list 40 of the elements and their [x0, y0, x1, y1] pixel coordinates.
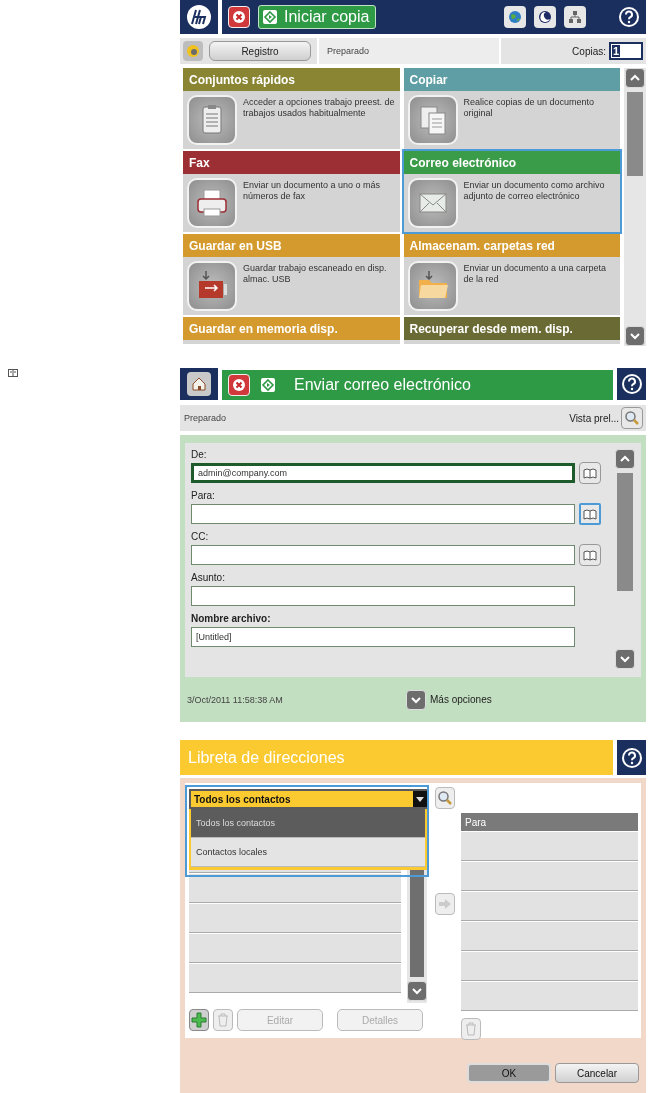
- cancel-button[interactable]: Cancelar: [555, 1063, 639, 1083]
- copies-label: Copias:: [572, 45, 606, 57]
- tile-title: Correo electrónico: [403, 151, 620, 174]
- tile-title: Guardar en USB: [183, 234, 400, 257]
- text-field[interactable]: admin@company.com: [191, 463, 575, 483]
- tile-title: Recuperar desde mem. disp.: [403, 317, 620, 340]
- date-time: 3/Oct/2011 11:58:38 AM: [186, 694, 284, 705]
- tile-title: Copiar: [403, 68, 620, 91]
- field-label: CC:: [191, 531, 210, 542]
- tile-description: Enviar un documento como archivo adjunto de correo electrónico: [463, 180, 606, 202]
- tile-title: Conjuntos rápidos: [183, 68, 400, 91]
- column-header: Para: [461, 813, 638, 831]
- status-text: Preparado: [184, 413, 228, 423]
- log-button[interactable]: Registro: [209, 41, 311, 61]
- field-label: Para:: [191, 490, 216, 501]
- tile-title: Fax: [183, 151, 400, 174]
- app-tile[interactable]: Correo electrónico Enviar un documento como archivo adjunto de correo electrónico: [401, 149, 622, 234]
- status-text: Preparado: [317, 38, 501, 64]
- tile-title: Guardar en memoria disp.: [183, 317, 400, 340]
- screen-title: Enviar correo electrónico: [294, 376, 471, 394]
- tile-description: Acceder a opciones trabajo preest. de trabajos usados habitualmente: [243, 97, 396, 119]
- start-copy-button[interactable]: Iniciar copia: [258, 5, 377, 29]
- app-tile[interactable]: Recuperar desde mem. disp.: [401, 315, 622, 346]
- text-field[interactable]: [Untitled]: [191, 627, 575, 647]
- tile-description: Enviar un documento a una carpeta de la red: [463, 263, 608, 285]
- field-label: Asunto:: [191, 572, 226, 583]
- preview-label: Vista prel...: [569, 412, 619, 424]
- contacts-dropdown[interactable]: Todos los contactos: [189, 789, 429, 809]
- field-label: Nombre archivo:: [191, 613, 272, 624]
- tile-title: Almacenam. carpetas red: [403, 234, 620, 257]
- tile-description: Enviar un documento a uno o más números de fax: [243, 180, 382, 202]
- copies-field[interactable]: 1: [609, 42, 643, 60]
- ok-button[interactable]: OK: [467, 1063, 551, 1083]
- dropdown-option[interactable]: Todos los contactos: [191, 809, 425, 838]
- dropdown-option[interactable]: Contactos locales: [191, 838, 425, 867]
- tile-description: Realice copias de un documento original: [463, 97, 596, 119]
- tile-description: Guardar trabajo escaneado en disp. almac. USB: [243, 263, 388, 285]
- more-options-label: Más opciones: [430, 694, 492, 705]
- field-label: De:: [191, 449, 208, 460]
- screen-title: Libreta de direcciones: [188, 748, 345, 767]
